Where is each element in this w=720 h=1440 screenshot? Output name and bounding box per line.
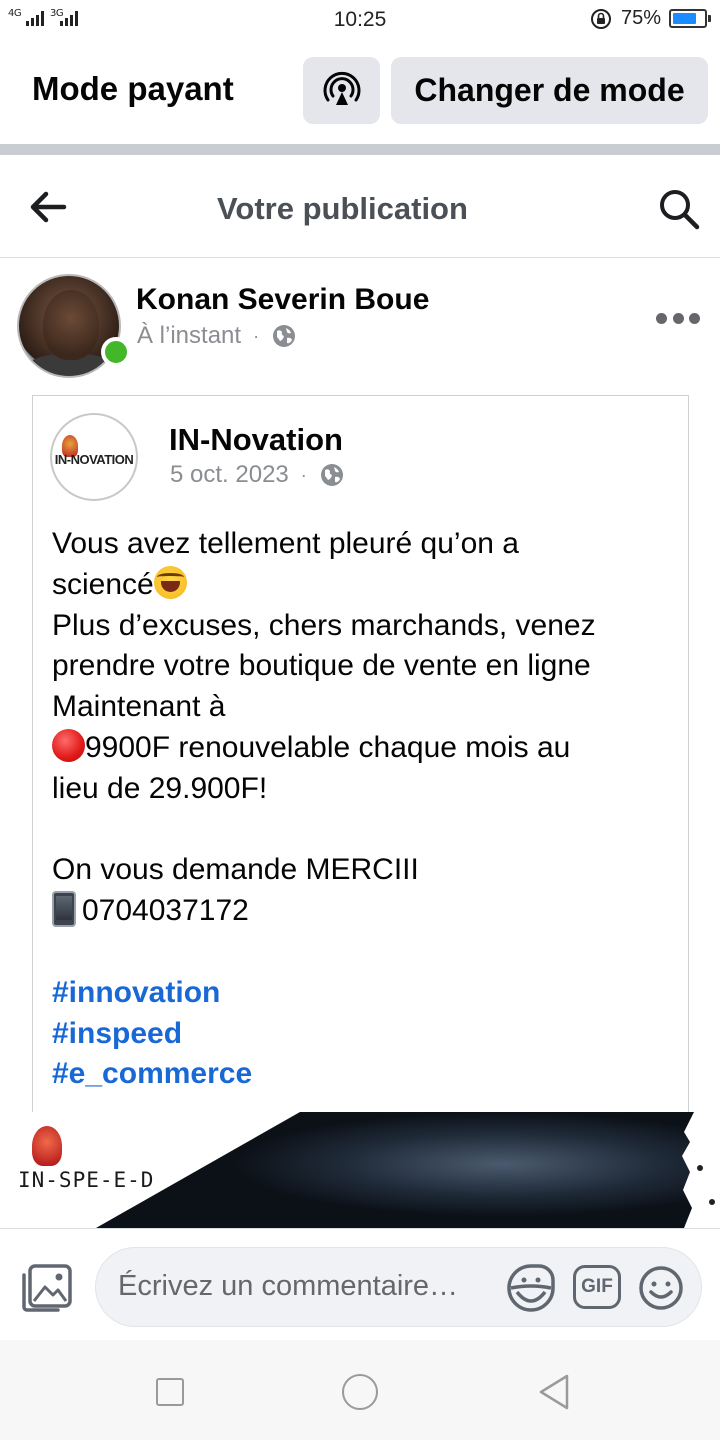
more-icon[interactable] — [656, 311, 700, 325]
online-status-indicator — [101, 337, 131, 367]
post-text-line: Vous avez tellement pleuré qu’on a — [52, 527, 519, 560]
shared-post-card[interactable]: IN-NOVATION IN-Novation 5 oct. 2023 · Vo… — [32, 395, 689, 1130]
hashtag-link[interactable]: #inspeed — [52, 1014, 682, 1055]
battery-percent: 75% — [621, 7, 662, 29]
post-text-line: 0704037172 — [52, 891, 682, 932]
post-meta: À l’instant · — [137, 322, 297, 350]
emoji-icon[interactable] — [638, 1265, 684, 1311]
post-text-line: Maintenant à — [52, 690, 226, 724]
post-text-line: prendre votre boutique de vente en ligne — [52, 649, 591, 683]
hashtag-link[interactable]: #innovation — [52, 973, 682, 1014]
change-mode-button[interactable]: Changer de mode — [391, 57, 708, 124]
post-text: Vous avez tellement pleuré qu’on a scien… — [52, 524, 682, 1095]
meta-separator: · — [253, 325, 260, 346]
meta-separator: · — [300, 464, 307, 485]
search-icon[interactable] — [657, 187, 701, 231]
mode-bar: Mode payant Changer de mode — [0, 40, 720, 144]
gif-icon[interactable]: GIF — [573, 1265, 621, 1309]
battery-icon — [669, 9, 711, 28]
back-button[interactable] — [537, 1373, 571, 1411]
status-bar: 4G 3G 10:25 75% — [0, 0, 720, 40]
post-text-line: 9900F renouvelable chaque mois au — [52, 728, 682, 769]
red-circle-emoji — [52, 728, 85, 762]
comment-bar: Écrivez un commentaire… GIF — [0, 1228, 720, 1340]
photo-icon[interactable] — [20, 1263, 74, 1313]
section-divider — [0, 144, 720, 155]
lightbulb-icon — [32, 1126, 62, 1166]
post-text-line: Plus d’excuses, chers marchands, venez — [52, 608, 596, 642]
clock: 10:25 — [333, 8, 387, 31]
globe-icon — [320, 464, 343, 486]
rotation-lock-icon — [591, 9, 611, 29]
comment-input[interactable]: Écrivez un commentaire… GIF — [95, 1247, 702, 1327]
battery-fill — [673, 13, 696, 24]
hashtag-link[interactable]: #e_commerce — [52, 1054, 682, 1095]
post-text-line: On vous demande MERCIII — [52, 853, 419, 887]
page-header: Votre publication — [0, 155, 720, 258]
page-logo[interactable]: IN-NOVATION — [50, 413, 138, 501]
sticker-icon[interactable] — [505, 1262, 557, 1314]
system-nav-bar — [0, 1340, 720, 1440]
shared-post-meta: 5 oct. 2023 · — [170, 461, 345, 489]
mode-title: Mode payant — [32, 70, 234, 107]
recent-apps-button[interactable] — [156, 1378, 184, 1406]
globe-icon — [273, 325, 296, 347]
post-time[interactable]: À l’instant — [137, 322, 241, 350]
banner-logo-text: IN-SPE-E-D — [18, 1168, 155, 1192]
author-name[interactable]: Konan Severin Boue — [136, 283, 429, 317]
avatar-face — [43, 290, 99, 360]
laughing-crying-emoji — [153, 565, 187, 599]
home-button[interactable] — [342, 1374, 378, 1410]
broadcast-icon — [323, 71, 360, 105]
post-image[interactable]: IN-SPE-E-D — [0, 1112, 720, 1228]
page-logo-text: IN-NOVATION — [54, 452, 134, 467]
mobile-phone-emoji — [52, 891, 76, 928]
page-name[interactable]: IN-Novation — [169, 422, 343, 458]
post-text-line: lieu de 29.900F! — [52, 771, 268, 805]
post-text-line: sciencé — [52, 565, 682, 606]
page-title: Votre publication — [217, 191, 468, 226]
shared-post-date[interactable]: 5 oct. 2023 — [170, 461, 289, 489]
comment-placeholder: Écrivez un commentaire… — [118, 1270, 459, 1302]
broadcast-button[interactable] — [303, 57, 380, 124]
